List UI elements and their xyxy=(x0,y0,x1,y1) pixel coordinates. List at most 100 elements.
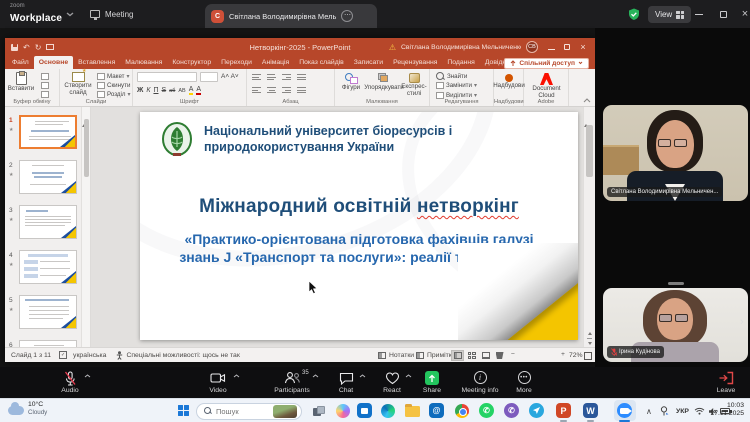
view-button[interactable]: View xyxy=(648,6,691,23)
arrange-button[interactable]: Упорядкувати xyxy=(365,73,403,92)
chevron-up-icon[interactable] xyxy=(312,374,319,378)
slide-thumbnail-4[interactable] xyxy=(19,250,77,284)
video-button[interactable]: Video xyxy=(196,369,240,396)
highlight-color-icon[interactable]: А xyxy=(189,86,194,95)
accessibility-status[interactable]: Спеціальні можливості: щось не так xyxy=(116,351,239,360)
comments-button[interactable]: Примітки xyxy=(416,352,456,359)
font-color-icon[interactable]: А xyxy=(196,86,201,95)
bullets-icon[interactable] xyxy=(252,73,262,81)
search-highlight-image[interactable] xyxy=(273,405,297,418)
leave-button[interactable]: Leave xyxy=(704,369,748,396)
slideshow-view-button[interactable] xyxy=(493,350,506,361)
redo-icon[interactable]: ↻ xyxy=(35,43,42,52)
align-left-icon[interactable] xyxy=(252,86,262,94)
window-maximize-button[interactable] xyxy=(712,0,734,28)
thumbnails-scrollbar[interactable] xyxy=(81,107,90,347)
numbering-icon[interactable] xyxy=(267,73,277,81)
slide-thumbnail-2[interactable] xyxy=(19,160,77,194)
undo-icon[interactable]: ↶ xyxy=(23,43,30,52)
justify-icon[interactable] xyxy=(297,86,307,94)
store-icon[interactable] xyxy=(357,403,372,418)
bold-icon[interactable]: Ж xyxy=(137,87,143,94)
replace-button[interactable]: Замінити▾ xyxy=(436,82,477,89)
ppt-tab-slideshow[interactable]: Показ слайдів xyxy=(294,56,349,69)
zoom-app-icon[interactable] xyxy=(617,403,632,418)
chrome-icon[interactable] xyxy=(453,402,470,419)
save-icon[interactable] xyxy=(11,44,18,51)
slide-thumbnail-6[interactable] xyxy=(19,340,77,347)
chevron-down-icon[interactable] xyxy=(66,12,74,17)
chevron-up-icon[interactable] xyxy=(359,374,366,378)
weather-widget[interactable]: 10°C Cloudy xyxy=(8,401,47,416)
ppt-tab-file[interactable]: Файл xyxy=(7,56,34,69)
window-minimize-button[interactable] xyxy=(688,0,710,28)
video-participant-1[interactable]: Світлана Володимирівна Мельничен... xyxy=(603,105,748,201)
copy-icon[interactable] xyxy=(41,82,49,89)
powerpoint-icon[interactable]: P xyxy=(556,403,571,418)
ppt-tab-review[interactable]: Рецензування xyxy=(388,56,442,69)
font-size-box[interactable] xyxy=(200,72,218,82)
align-right-icon[interactable] xyxy=(282,86,292,94)
align-center-icon[interactable] xyxy=(267,86,277,94)
reset-button[interactable]: Скинути xyxy=(97,82,130,89)
language-indicator[interactable]: українська xyxy=(73,352,106,359)
ppt-tab-design[interactable]: Конструктор xyxy=(167,56,216,69)
ppt-tab-draw[interactable]: Малювання xyxy=(120,56,167,69)
quick-styles-button[interactable]: Експрес-стилі xyxy=(401,73,427,98)
more-button[interactable]: ••• More xyxy=(504,369,544,396)
slideshow-icon[interactable] xyxy=(46,44,54,50)
zoom-in-button[interactable]: + xyxy=(561,351,565,358)
ppt-tab-record[interactable]: Записати xyxy=(349,56,388,69)
italic-icon[interactable]: К xyxy=(146,87,150,94)
copilot-button[interactable] xyxy=(334,402,351,419)
normal-view-button[interactable] xyxy=(451,350,464,361)
tray-clock[interactable]: 10:03 27.11.2025 xyxy=(710,402,744,419)
word-icon[interactable]: W xyxy=(583,403,598,418)
start-button[interactable] xyxy=(178,405,189,416)
tab-more-icon[interactable]: ⋯ xyxy=(341,10,353,22)
cut-icon[interactable] xyxy=(41,73,49,80)
notes-button[interactable]: Нотатки xyxy=(378,352,414,359)
underline-icon[interactable]: П xyxy=(153,87,158,94)
ppt-tab-animations[interactable]: Анімація xyxy=(257,56,294,69)
char-spacing-icon[interactable]: АВ xyxy=(178,88,185,94)
ppt-close-button[interactable]: × xyxy=(575,42,591,52)
video-strip-handle[interactable] xyxy=(668,282,684,285)
slide[interactable]: Національний університет біоресурсів і п… xyxy=(140,112,578,340)
slide-thumbnail-5[interactable] xyxy=(19,295,77,329)
addins-button[interactable]: Надбудови xyxy=(496,74,522,90)
chat-button[interactable]: Chat xyxy=(326,369,366,396)
taskbar-search[interactable] xyxy=(196,403,302,420)
strikethrough-icon[interactable]: S xyxy=(162,87,167,94)
paste-button[interactable]: Вставити xyxy=(8,72,34,93)
search-input[interactable] xyxy=(216,407,269,416)
shadow-icon[interactable]: аб xyxy=(169,88,175,94)
shapes-button[interactable]: Фігури xyxy=(337,73,365,92)
find-button[interactable]: Знайти xyxy=(436,72,467,81)
chevron-up-icon[interactable] xyxy=(405,374,412,378)
font-style-buttons[interactable]: Ж К П S аб АВ А А xyxy=(137,86,201,95)
ppt-maximize-button[interactable] xyxy=(559,42,575,52)
window-close-button[interactable]: × xyxy=(734,0,750,28)
ppt-tab-view[interactable]: Подання xyxy=(442,56,479,69)
slide-thumbnail-1[interactable] xyxy=(19,115,77,149)
fit-to-window-icon[interactable] xyxy=(584,352,592,360)
spellcheck-icon[interactable]: ✓ xyxy=(59,351,67,359)
ppt-tab-transitions[interactable]: Переходи xyxy=(216,56,257,69)
participants-button[interactable]: Participants 35 xyxy=(264,369,320,396)
font-name-box[interactable] xyxy=(137,72,197,82)
task-view-button[interactable] xyxy=(310,402,327,419)
file-explorer-icon[interactable] xyxy=(404,402,421,419)
section-button[interactable]: Розділ▾ xyxy=(97,91,131,98)
tab-active-meeting[interactable]: С Світлана Володимирівна Мель ⋯ xyxy=(205,4,377,28)
share-screen-button[interactable]: Share xyxy=(412,369,452,396)
tray-expand-button[interactable]: ∧ xyxy=(646,399,652,422)
share-access-button[interactable]: Спільний доступ xyxy=(504,58,589,69)
indent-icon[interactable] xyxy=(282,73,292,81)
slide-sorter-view-button[interactable] xyxy=(465,350,478,361)
slide-scrollbar[interactable] xyxy=(583,107,595,347)
document-cloud-button[interactable]: Document Cloud xyxy=(527,73,566,100)
meeting-info-button[interactable]: i Meeting info xyxy=(452,369,508,396)
react-button[interactable]: React xyxy=(372,369,412,396)
next-slide-button[interactable] xyxy=(588,342,592,345)
